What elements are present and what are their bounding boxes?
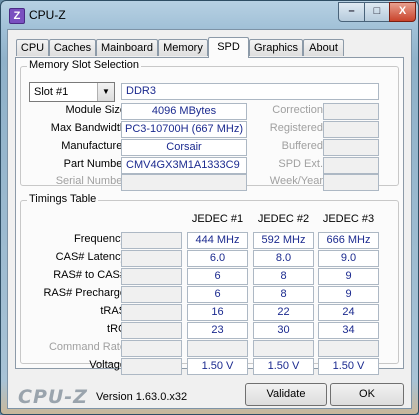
- module-size-field: 4096 MBytes: [121, 103, 247, 120]
- correction-field: [323, 103, 379, 120]
- memory-slot-group: Memory Slot Selection Slot #1 ▼ DDR3 Mod…: [20, 59, 399, 191]
- max-bandwidth-label: Max Bandwidth: [50, 122, 126, 134]
- timing-value-cell: 16: [187, 304, 248, 321]
- slot-select-value: Slot #1: [34, 86, 69, 98]
- timing-row-label: RAS# Precharge: [43, 287, 126, 299]
- client-area: CPU Caches Mainboard Memory SPD Graphics…: [7, 29, 412, 409]
- timing-value-cell: 6: [187, 268, 248, 285]
- validate-button[interactable]: Validate: [245, 383, 327, 406]
- timing-row-label: Frequency: [74, 233, 126, 245]
- timing-value-cell: 22: [253, 304, 314, 321]
- timing-value-cell: 30: [253, 322, 314, 339]
- spd-page: Memory Slot Selection Slot #1 ▼ DDR3 Mod…: [15, 57, 404, 375]
- tab-graphics[interactable]: Graphics: [249, 39, 303, 56]
- serial-number-label: Serial Number: [55, 175, 126, 187]
- part-number-label: Part Number: [63, 158, 126, 170]
- timing-value-cell: 6: [187, 286, 248, 303]
- buffered-field: [323, 139, 379, 156]
- ok-button[interactable]: OK: [330, 383, 404, 406]
- timing-value-cell: [187, 340, 248, 357]
- timing-value-cell: 8.0: [253, 250, 314, 267]
- timing-value-cell: 444 MHz: [187, 232, 248, 249]
- maximize-button[interactable]: □: [364, 2, 390, 22]
- buffered-label: Buffered: [281, 140, 323, 152]
- timing-value-cell: 34: [318, 322, 379, 339]
- timing-value-cell: 9.0: [318, 250, 379, 267]
- tab-mainboard[interactable]: Mainboard: [96, 39, 158, 56]
- title-bar[interactable]: Z CPU-Z – □ X: [1, 1, 418, 29]
- timing-row-label: RAS# to CAS#: [53, 269, 126, 281]
- timing-value-cell: 666 MHz: [318, 232, 379, 249]
- timing-row-blank-cell: [121, 250, 182, 267]
- tab-spd[interactable]: SPD: [208, 37, 249, 58]
- timing-value-cell: [253, 340, 314, 357]
- timing-row-blank-cell: [121, 340, 182, 357]
- timing-value-cell: 1.50 V: [318, 358, 379, 375]
- tab-cpu[interactable]: CPU: [16, 39, 49, 56]
- spd-ext-field: [323, 157, 379, 174]
- registered-label: Registered: [269, 122, 323, 134]
- manufacturer-label: Manufacturer: [61, 140, 126, 152]
- week-year-label: Week/Year: [269, 175, 323, 187]
- slot-select[interactable]: Slot #1 ▼: [29, 82, 115, 102]
- timing-row-label: CAS# Latency: [55, 251, 126, 263]
- tab-caches[interactable]: Caches: [49, 39, 96, 56]
- memory-slot-group-title: Memory Slot Selection: [27, 59, 142, 71]
- version-label: Version 1.63.0.x32: [96, 391, 188, 403]
- timing-value-cell: 9: [318, 268, 379, 285]
- app-icon: Z: [9, 8, 25, 24]
- week-year-field: [323, 174, 379, 191]
- timing-value-cell: 6.0: [187, 250, 248, 267]
- timing-row-blank-cell: [121, 304, 182, 321]
- jedec-column-header: JEDEC #2: [257, 213, 310, 225]
- serial-number-field: [121, 174, 247, 191]
- timing-row-blank-cell: [121, 358, 182, 375]
- minimize-button[interactable]: –: [338, 2, 365, 22]
- timing-value-cell: [318, 340, 379, 357]
- timings-group: Timings Table JEDEC #1 JEDEC #2 JEDEC #3 Fr…: [20, 193, 399, 375]
- module-size-label: Module Size: [65, 104, 126, 116]
- timing-value-cell: 8: [253, 268, 314, 285]
- timing-value-cell: 8: [253, 286, 314, 303]
- timing-value-cell: 24: [318, 304, 379, 321]
- close-button[interactable]: X: [389, 2, 416, 22]
- timing-value-cell: 1.50 V: [253, 358, 314, 375]
- timing-row-blank-cell: [121, 322, 182, 339]
- timings-group-title: Timings Table: [27, 193, 99, 205]
- spd-ext-label: SPD Ext.: [278, 158, 323, 170]
- timing-value-cell: 592 MHz: [253, 232, 314, 249]
- memory-type-field: DDR3: [121, 83, 379, 100]
- max-bandwidth-field: PC3-10700H (667 MHz): [121, 121, 247, 138]
- tab-memory[interactable]: Memory: [158, 39, 208, 56]
- tab-about[interactable]: About: [303, 39, 344, 56]
- manufacturer-field: Corsair: [121, 139, 247, 156]
- cpuz-logo: CPU-Z: [18, 386, 88, 408]
- chevron-down-icon[interactable]: ▼: [97, 83, 114, 101]
- timing-value-cell: 23: [187, 322, 248, 339]
- timing-row-label: Command Rate: [48, 341, 126, 353]
- timing-row-blank-cell: [121, 232, 182, 249]
- cpuz-window: Z CPU-Z – □ X CPU Caches Mainboard Memor…: [0, 0, 419, 415]
- window-title: CPU-Z: [29, 8, 66, 22]
- registered-field: [323, 121, 379, 138]
- part-number-field: CMV4GX3M1A1333C9: [121, 157, 247, 174]
- timing-value-cell: 9: [318, 286, 379, 303]
- timing-row-blank-cell: [121, 286, 182, 303]
- timing-row-blank-cell: [121, 268, 182, 285]
- correction-label: Correction: [272, 104, 323, 116]
- timing-value-cell: 1.50 V: [187, 358, 248, 375]
- jedec-column-header: JEDEC #1: [191, 213, 244, 225]
- jedec-column-header: JEDEC #3: [322, 213, 375, 225]
